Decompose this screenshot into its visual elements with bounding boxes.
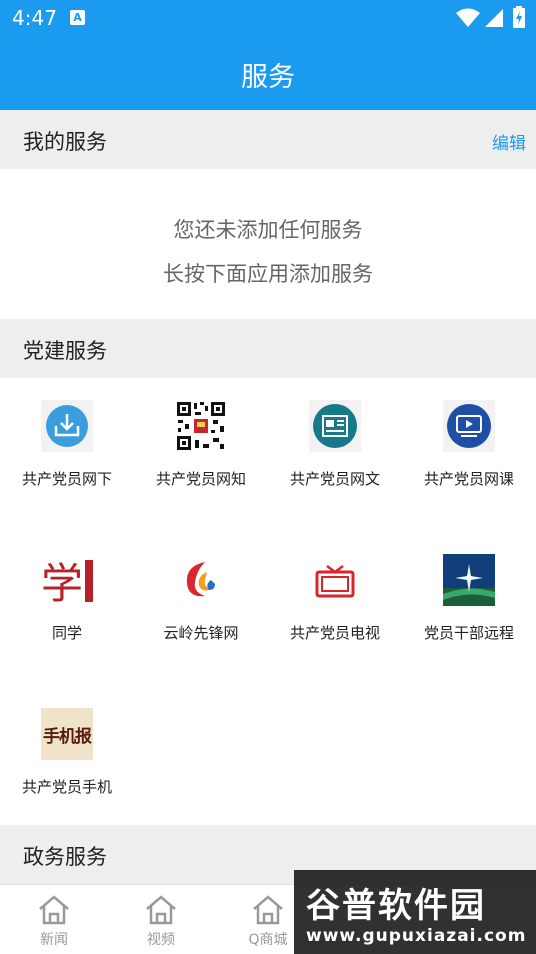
download-tray-icon: [41, 400, 93, 452]
status-bar: 4:47 A: [0, 0, 536, 36]
service-tile[interactable]: 共产党员网文: [268, 378, 402, 518]
signal-icon: [485, 9, 503, 27]
party-services-title: 党建服务: [23, 339, 107, 363]
nav-label: 新闻: [40, 932, 68, 948]
service-tile[interactable]: 云岭先锋网: [134, 532, 268, 672]
article-icon: [309, 400, 361, 452]
site-watermark: 谷普软件园 www.gupuxiazai.com: [294, 870, 536, 954]
mobile-newspaper-icon: 手机报: [41, 708, 93, 760]
service-tile[interactable]: 共产党员电视: [268, 532, 402, 672]
yunling-logo-icon: [175, 554, 227, 606]
svg-text:学: 学: [41, 559, 83, 606]
service-tile[interactable]: 党员干部远程: [402, 532, 536, 672]
service-tile[interactable]: 学 同学: [0, 532, 134, 672]
tv-icon: [309, 554, 361, 606]
service-tile[interactable]: 手机报 共产党员手机: [0, 686, 134, 826]
my-services-empty: 您还未添加任何服务 长按下面应用添加服务: [0, 170, 536, 319]
empty-hint-line-1: 您还未添加任何服务: [173, 218, 363, 242]
service-label: 共产党员网知: [155, 470, 246, 488]
wifi-icon: [456, 8, 480, 27]
service-tile[interactable]: 共产党员网知: [134, 378, 268, 518]
service-tile[interactable]: 共产党员网下: [0, 378, 134, 518]
xue-logo-icon: 学: [41, 554, 93, 606]
nav-item-video[interactable]: 视频: [121, 893, 201, 949]
empty-hint-line-2: 长按下面应用添加服务: [163, 262, 373, 286]
service-label: 共产党员手机: [21, 778, 112, 796]
watermark-title: 谷普软件园: [306, 886, 486, 926]
service-label: 云岭先锋网: [163, 624, 239, 642]
qr-code-icon: [175, 400, 227, 452]
gov-services-title: 政务服务: [23, 845, 107, 869]
watermark-url: www.gupuxiazai.com: [306, 926, 527, 946]
status-time: 4:47: [12, 6, 57, 30]
home-icon: [253, 895, 283, 925]
notification-badge: A: [70, 10, 85, 25]
nav-item-news[interactable]: 新闻: [14, 893, 94, 949]
battery-icon: [513, 6, 525, 28]
service-label: 党员干部远程: [423, 624, 514, 642]
my-services-title: 我的服务: [23, 130, 107, 154]
party-services-header: 党建服务: [0, 319, 536, 378]
app-header: 4:47 A 服务: [0, 0, 536, 110]
home-icon: [39, 895, 69, 925]
service-label: 共产党员网课: [423, 470, 514, 488]
video-play-icon: [443, 400, 495, 452]
service-label: 共产党员电视: [289, 624, 380, 642]
service-label: 共产党员网下: [21, 470, 112, 488]
my-services-header: 我的服务 编辑: [0, 110, 536, 169]
service-label: 同学: [51, 624, 82, 642]
service-label: 共产党员网文: [289, 470, 380, 488]
edit-button[interactable]: 编辑: [492, 129, 526, 154]
home-icon: [146, 895, 176, 925]
nav-label: 视频: [147, 932, 175, 948]
service-tile[interactable]: 共产党员网课: [402, 378, 536, 518]
star-landscape-icon: [443, 554, 495, 606]
party-services-grid: 共产党员网下 共产党员网知 共产党员网文 共产党员网课 学 同学 云岭先锋网 共…: [0, 378, 536, 824]
page-title: 服务: [241, 62, 295, 93]
